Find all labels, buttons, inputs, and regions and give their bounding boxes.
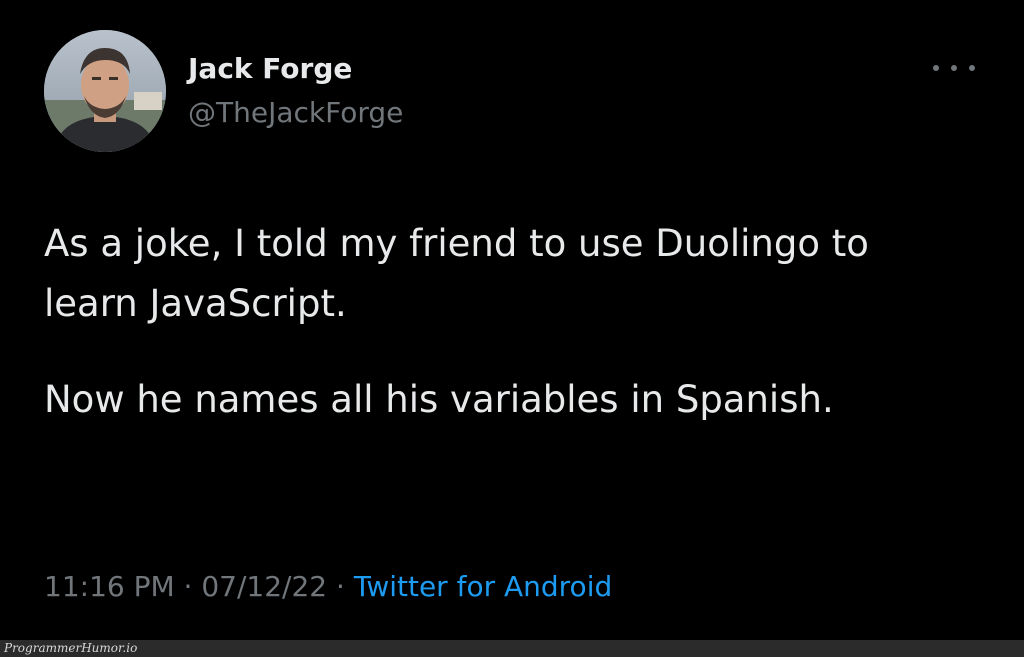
- tweet-text-paragraph: As a joke, I told my friend to use Duoli…: [44, 222, 869, 325]
- more-horizontal-icon[interactable]: [933, 58, 975, 78]
- meta-separator: ·: [183, 570, 193, 603]
- tweet-meta: 11:16 PM · 07/12/22 · Twitter for Androi…: [44, 570, 612, 603]
- author-handle[interactable]: @TheJackForge: [188, 96, 403, 129]
- tweet-text-paragraph: Now he names all his variables in Spanis…: [44, 378, 834, 421]
- author-display-name[interactable]: Jack Forge: [188, 52, 352, 85]
- more-dot: [969, 65, 975, 71]
- avatar[interactable]: [44, 30, 166, 152]
- more-dot: [951, 65, 957, 71]
- more-dot: [933, 65, 939, 71]
- meta-separator: ·: [336, 570, 345, 603]
- tweet-time[interactable]: 11:16 PM: [44, 570, 175, 603]
- tweet-date[interactable]: 07/12/22: [201, 570, 327, 603]
- watermark-bar: ProgrammerHumor.io: [0, 640, 1024, 657]
- tweet-source-link[interactable]: Twitter for Android: [354, 570, 612, 603]
- tweet-card: Jack Forge @TheJackForge As a joke, I to…: [0, 0, 1024, 640]
- watermark-text: ProgrammerHumor.io: [4, 641, 138, 655]
